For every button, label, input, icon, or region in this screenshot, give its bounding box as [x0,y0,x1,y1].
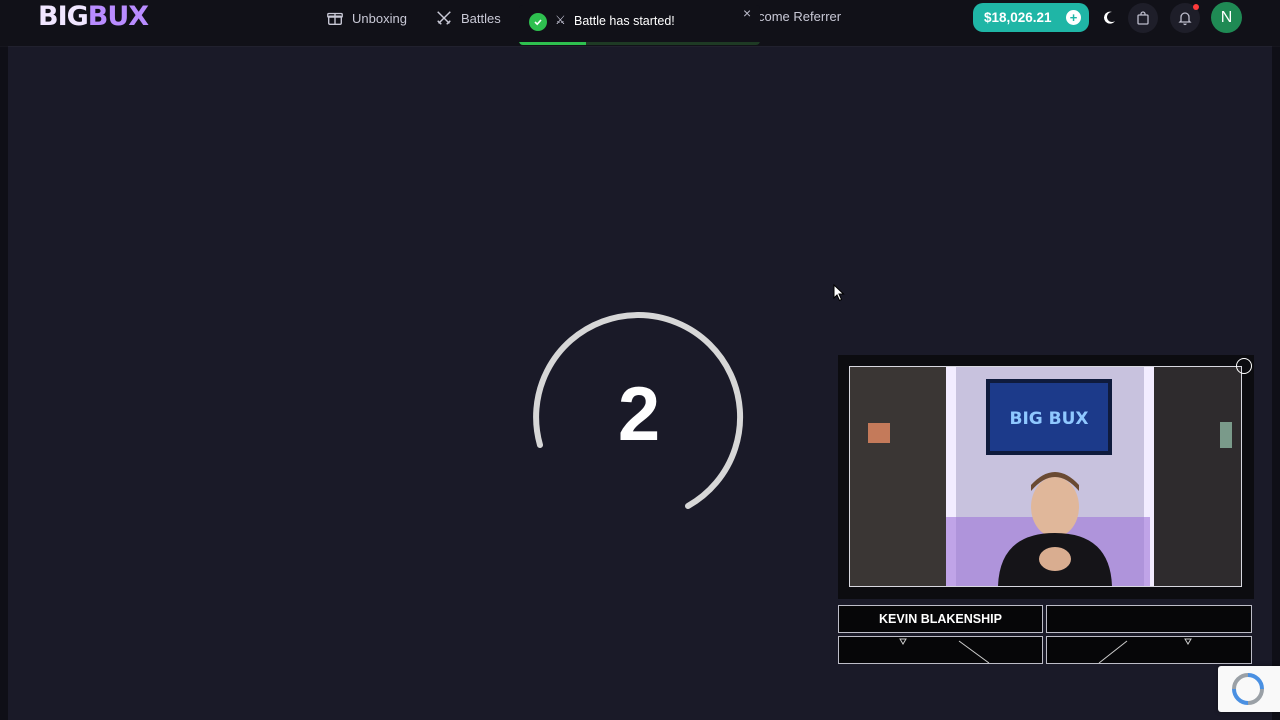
streamer-name-plate: KEVIN BLAKENSHIP [838,605,1043,633]
webcam-expand-icon[interactable] [1236,358,1252,374]
nav-referrer-label: come Referrer [758,9,842,24]
right-page-edge [1272,0,1280,720]
overlay-panel-right [1046,605,1252,633]
streamer-name: KEVIN BLAKENSHIP [879,612,1002,626]
success-check-icon [529,13,547,31]
bell-icon [1178,12,1192,26]
webcam-scene: BIG BUX [850,367,1241,586]
toast-progress-fill [519,42,587,45]
add-funds-icon[interactable]: + [1066,10,1081,25]
battle-swords-icon: ⚔ [555,13,566,27]
nav-unboxing[interactable]: Unboxing [326,9,407,27]
overlay-panel-lower-left [838,636,1043,664]
toast-close-icon[interactable]: × [743,5,751,21]
nav-battles[interactable]: Battles [435,9,501,27]
recaptcha-badge[interactable] [1218,666,1280,712]
logo-bux-text: BUX [87,1,149,32]
recaptcha-icon [1232,673,1264,705]
nav-battles-label: Battles [461,10,501,26]
webcam-screen-text: BIG BUX [1009,409,1088,429]
battle-countdown: 2 [528,310,750,518]
gift-box-icon [327,12,343,25]
mouse-cursor-icon [833,284,845,302]
bigbux-logo[interactable]: BIGBUX [38,1,149,32]
overlay-panel-lower-right [1046,636,1252,664]
avatar-letter: N [1220,8,1233,26]
nav-unboxing-label: Unboxing [352,10,407,26]
nav-referrer[interactable]: come Referrer [758,9,841,24]
user-avatar[interactable]: N [1211,2,1242,33]
shopping-bag-icon [1137,11,1149,25]
balance-button[interactable]: $18,026.21 + [973,3,1089,32]
webcam-video: BIG BUX [849,366,1242,587]
balance-amount: $18,026.21 [984,10,1052,25]
toast-notification: ⚔ Battle has started! × [519,5,760,45]
cart-button[interactable] [1128,3,1158,33]
left-page-edge [0,0,8,720]
logo-big-text: BIG [38,1,89,32]
toast-message: Battle has started! [574,14,675,28]
crossed-swords-icon [437,11,451,25]
countdown-number: 2 [617,372,661,457]
moon-icon [1104,11,1115,24]
streamer-webcam-overlay: BIG BUX KEVIN BLAKENSHIP [838,355,1254,665]
dark-mode-toggle[interactable] [1094,3,1124,33]
notification-badge [1193,4,1199,10]
